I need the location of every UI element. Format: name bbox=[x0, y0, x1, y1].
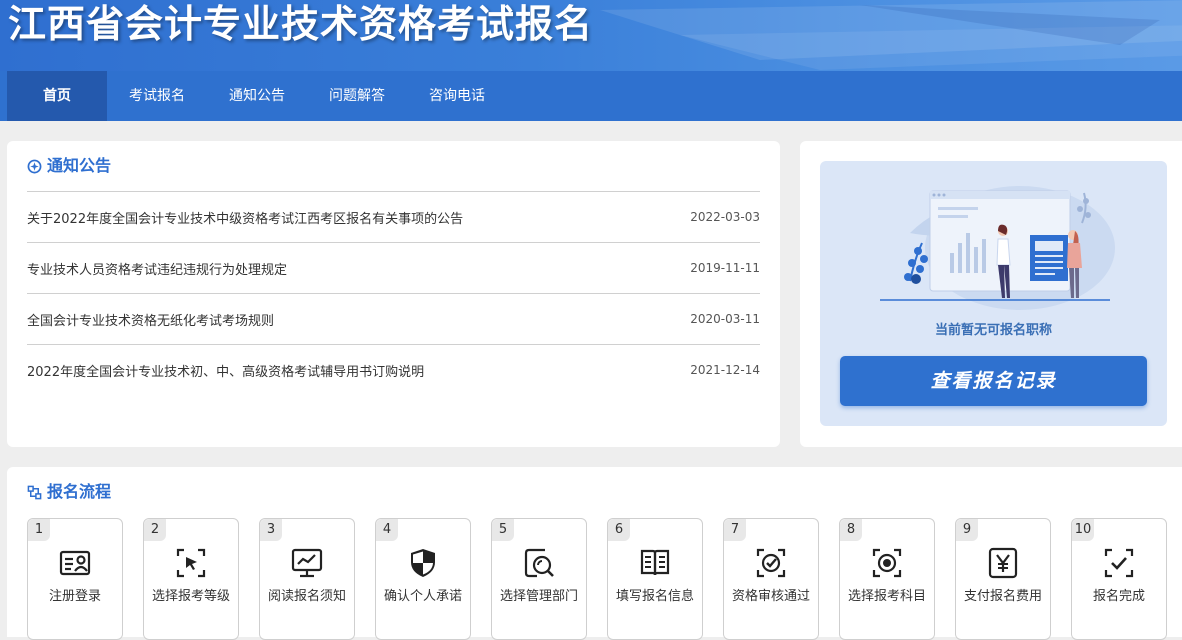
flow-chart-icon bbox=[27, 485, 42, 499]
notice-panel: 通知公告 关于2022年度全国会计专业技术中级资格考试江西考区报名有关事项的公告… bbox=[7, 141, 780, 447]
main-nav: 首页 考试报名 通知公告 问题解答 咨询电话 bbox=[0, 71, 1182, 121]
flow-step-5[interactable]: 5 选择管理部门 bbox=[491, 518, 587, 640]
registration-flow-panel: 报名流程 1 注册登录 2 选择报考等级 3 阅读报名须知 4 确认个人承诺 5… bbox=[7, 467, 1182, 640]
check-circle-icon bbox=[756, 548, 786, 578]
step-number: 7 bbox=[724, 519, 746, 541]
flow-section-title: 报名流程 bbox=[27, 481, 111, 503]
notice-list: 关于2022年度全国会计专业技术中级资格考试江西考区报名有关事项的公告 2022… bbox=[27, 191, 760, 395]
notice-item-title[interactable]: 全国会计专业技术资格无纸化考试考场规则 bbox=[27, 310, 274, 329]
target-icon bbox=[872, 548, 902, 578]
step-label: 选择报考科目 bbox=[847, 589, 926, 604]
yen-icon bbox=[988, 547, 1018, 579]
step-label: 确认个人承诺 bbox=[383, 589, 462, 604]
flow-step-6[interactable]: 6 填写报名信息 bbox=[607, 518, 703, 640]
step-number: 9 bbox=[956, 519, 978, 541]
presentation-illustration bbox=[880, 186, 1115, 310]
cursor-select-icon bbox=[176, 548, 206, 578]
notice-title-label: 通知公告 bbox=[47, 156, 112, 175]
check-frame-icon bbox=[1104, 548, 1134, 578]
shield-icon bbox=[411, 549, 435, 577]
no-available-title-message: 当前暂无可报名职称 bbox=[934, 323, 1052, 338]
step-number: 10 bbox=[1072, 519, 1094, 541]
step-number: 1 bbox=[28, 519, 50, 541]
monitor-chart-icon bbox=[291, 548, 323, 578]
step-label: 选择报考等级 bbox=[151, 589, 230, 604]
notice-item-date: 2021-12-14 bbox=[690, 363, 760, 377]
step-number: 3 bbox=[260, 519, 282, 541]
id-card-icon bbox=[59, 550, 91, 576]
step-number: 6 bbox=[608, 519, 630, 541]
header-decoration bbox=[600, 0, 1182, 70]
flow-step-1[interactable]: 1 注册登录 bbox=[27, 518, 123, 640]
flow-step-4[interactable]: 4 确认个人承诺 bbox=[375, 518, 471, 640]
step-number: 4 bbox=[376, 519, 398, 541]
step-label: 支付报名费用 bbox=[963, 589, 1042, 604]
step-label: 报名完成 bbox=[1092, 589, 1145, 604]
notice-section-title: 通知公告 bbox=[27, 155, 111, 177]
registration-status-panel: 当前暂无可报名职称 查看报名记录 bbox=[800, 141, 1182, 447]
site-header: 江西省会计专业技术资格考试报名 首页 考试报名 通知公告 问题解答 咨询电话 bbox=[0, 0, 1182, 121]
flow-step-2[interactable]: 2 选择报考等级 bbox=[143, 518, 239, 640]
notice-item-title[interactable]: 专业技术人员资格考试违纪违规行为处理规定 bbox=[27, 259, 287, 278]
notice-item[interactable]: 2022年度全国会计专业技术初、中、高级资格考试辅导用书订购说明 2021-12… bbox=[27, 344, 760, 395]
flow-step-9[interactable]: 9 支付报名费用 bbox=[955, 518, 1051, 640]
site-title: 江西省会计专业技术资格考试报名 bbox=[8, 2, 594, 46]
flow-step-8[interactable]: 8 选择报考科目 bbox=[839, 518, 935, 640]
notice-item-date: 2020-03-11 bbox=[690, 312, 760, 326]
nav-item-notices[interactable]: 通知公告 bbox=[207, 71, 307, 121]
notice-item[interactable]: 关于2022年度全国会计专业技术中级资格考试江西考区报名有关事项的公告 2022… bbox=[27, 191, 760, 242]
nav-item-faq[interactable]: 问题解答 bbox=[307, 71, 407, 121]
notice-item[interactable]: 全国会计专业技术资格无纸化考试考场规则 2020-03-11 bbox=[27, 293, 760, 344]
notice-item-date: 2022-03-03 bbox=[690, 210, 760, 224]
flow-step-7[interactable]: 7 资格审核通过 bbox=[723, 518, 819, 640]
step-label: 资格审核通过 bbox=[731, 589, 810, 604]
flow-title-label: 报名流程 bbox=[47, 482, 112, 501]
notice-item-title[interactable]: 关于2022年度全国会计专业技术中级资格考试江西考区报名有关事项的公告 bbox=[27, 208, 463, 227]
book-icon bbox=[640, 549, 670, 576]
compass-icon bbox=[27, 159, 42, 173]
nav-item-home[interactable]: 首页 bbox=[7, 71, 107, 121]
registration-status-box: 当前暂无可报名职称 查看报名记录 bbox=[820, 161, 1167, 426]
nav-item-hotline[interactable]: 咨询电话 bbox=[407, 71, 507, 121]
notice-item[interactable]: 专业技术人员资格考试违纪违规行为处理规定 2019-11-11 bbox=[27, 242, 760, 293]
notice-item-date: 2019-11-11 bbox=[690, 261, 760, 275]
notice-item-title[interactable]: 2022年度全国会计专业技术初、中、高级资格考试辅导用书订购说明 bbox=[27, 361, 424, 380]
view-registration-records-button[interactable]: 查看报名记录 bbox=[840, 356, 1147, 406]
search-doc-icon bbox=[524, 548, 554, 578]
step-label: 注册登录 bbox=[48, 589, 101, 604]
flow-step-3[interactable]: 3 阅读报名须知 bbox=[259, 518, 355, 640]
flow-step-10[interactable]: 10 报名完成 bbox=[1071, 518, 1167, 640]
step-label: 填写报名信息 bbox=[615, 589, 694, 604]
step-label: 阅读报名须知 bbox=[267, 589, 346, 604]
step-number: 8 bbox=[840, 519, 862, 541]
nav-item-exam-register[interactable]: 考试报名 bbox=[107, 71, 207, 121]
step-label: 选择管理部门 bbox=[499, 589, 578, 604]
step-number: 5 bbox=[492, 519, 514, 541]
step-number: 2 bbox=[144, 519, 166, 541]
